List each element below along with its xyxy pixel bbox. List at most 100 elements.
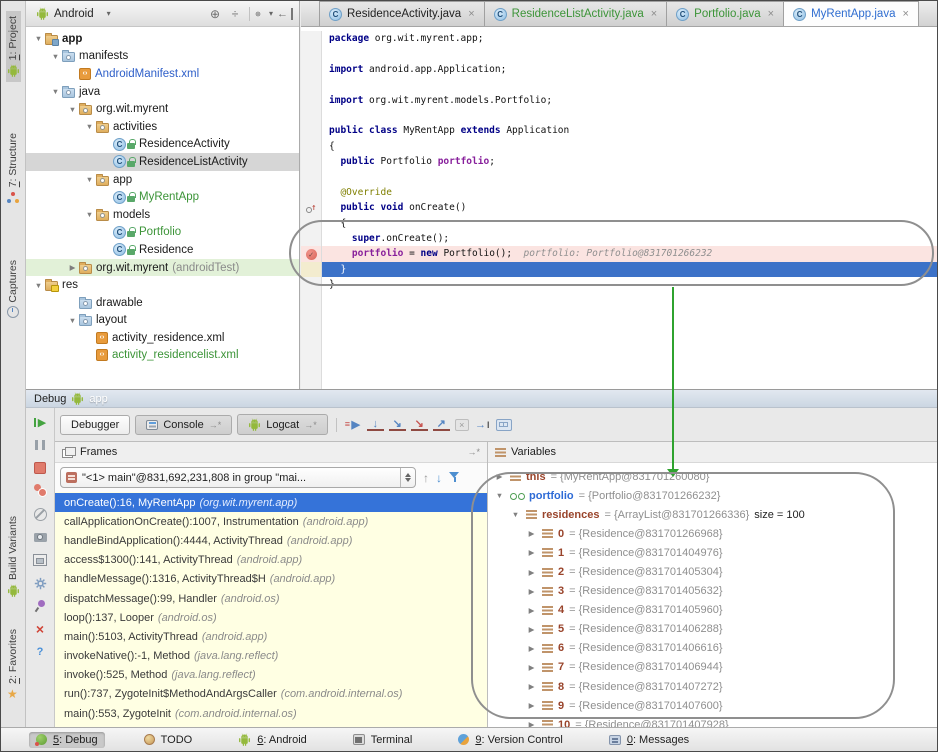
tree-item-models[interactable]: ▼models (26, 206, 299, 224)
editor-gutter[interactable] (301, 139, 322, 154)
hide-panel-icon[interactable]: ← (275, 8, 293, 20)
stack-frame[interactable]: access$1300():141, ActivityThread(androi… (55, 551, 487, 570)
debug-tab-debugger[interactable]: Debugger (60, 415, 130, 435)
mute-breakpoints-icon[interactable] (32, 507, 48, 521)
expand-arrow-icon[interactable]: ▶ (526, 529, 537, 538)
toolwindow-button-project[interactable]: 1: Project (6, 11, 21, 82)
pin-icon[interactable] (32, 599, 48, 613)
editor-gutter[interactable] (301, 77, 322, 92)
editor-gutter[interactable]: ✓ (301, 246, 322, 261)
force-step-into-icon[interactable]: ↘ (411, 418, 428, 431)
tree-item-org-wit-myrent[interactable]: ▶org.wit.myrent(androidTest) (26, 259, 299, 277)
expand-arrow-icon[interactable]: ▼ (494, 491, 505, 500)
variable-row[interactable]: ▼residences= {ArrayList@831701266336}siz… (488, 505, 937, 524)
previous-frame-icon[interactable]: ↑ (423, 471, 429, 485)
editor-gutter[interactable] (301, 108, 322, 123)
tree-expand-arrow[interactable]: ▼ (32, 281, 45, 290)
tree-item-portfolio[interactable]: Portfolio (26, 224, 299, 242)
stack-frame[interactable]: dispatchMessage():99, Handler(android.os… (55, 589, 487, 608)
toolwindow-button-build-variants[interactable]: Build Variants (6, 511, 21, 602)
expand-arrow-icon[interactable]: ▶ (526, 587, 537, 596)
editor-tab-portfolio-java[interactable]: Portfolio.java× (666, 1, 784, 26)
expand-arrow-icon[interactable]: ▶ (526, 625, 537, 634)
step-into-icon[interactable]: ↘ (389, 418, 406, 431)
view-breakpoints-icon[interactable] (32, 484, 48, 498)
run-to-cursor-icon[interactable]: → (474, 417, 491, 433)
variable-row[interactable]: ▶5= {Residence@831701406288} (488, 620, 937, 639)
stack-frame[interactable]: main():5103, ActivityThread(android.app) (55, 627, 487, 646)
editor-tab-residencelistactivity-java[interactable]: ResidenceListActivity.java× (484, 1, 668, 26)
variable-row[interactable]: ▶2= {Residence@831701405304} (488, 562, 937, 581)
tree-item-layout[interactable]: ▼layout (26, 312, 299, 330)
stack-frame[interactable]: invoke():525, Method(java.lang.reflect) (55, 666, 487, 685)
tree-item-res[interactable]: ▼res (26, 276, 299, 294)
editor-tab-residenceactivity-java[interactable]: ResidenceActivity.java× (319, 1, 485, 26)
resume-icon[interactable]: ▶ (32, 415, 48, 429)
stack-frame[interactable]: main():553, ZygoteInit(com.android.inter… (55, 704, 487, 723)
statusbar-button-android[interactable]: 6: Android (231, 731, 314, 748)
code-editor[interactable]: package org.wit.myrent.app;import androi… (301, 27, 937, 389)
pause-icon[interactable] (32, 438, 48, 452)
tree-expand-arrow[interactable]: ▼ (66, 316, 79, 325)
restore-layout-icon[interactable] (32, 553, 48, 567)
stack-frame[interactable]: handleBindApplication():4444, ActivityTh… (55, 531, 487, 550)
tree-item-androidmanifest-xml[interactable]: AndroidManifest.xml (26, 65, 299, 83)
close-tab-icon[interactable]: × (768, 8, 774, 20)
expand-arrow-icon[interactable]: ▶ (526, 548, 537, 557)
tree-expand-arrow[interactable]: ▼ (83, 210, 96, 219)
editor-gutter[interactable] (301, 31, 322, 46)
variable-row[interactable]: ▶4= {Residence@831701405960} (488, 601, 937, 620)
variable-row[interactable]: ▶3= {Residence@831701405632} (488, 582, 937, 601)
statusbar-button-debug[interactable]: 5: Debug (29, 732, 105, 748)
stop-icon[interactable] (32, 461, 48, 475)
statusbar-button-todo[interactable]: TODO (137, 732, 200, 748)
tree-expand-arrow[interactable]: ▼ (83, 122, 96, 131)
close-icon[interactable]: × (32, 622, 48, 636)
step-over-icon[interactable]: ↓ (367, 418, 384, 431)
stack-frame[interactable]: callApplicationOnCreate():1007, Instrume… (55, 512, 487, 531)
stack-frame[interactable]: run():737, ZygoteInit$MethodAndArgsCalle… (55, 685, 487, 704)
dropdown-spinner-icon[interactable] (400, 468, 415, 487)
editor-gutter[interactable] (301, 154, 322, 169)
tree-item-activity-residence-xml[interactable]: activity_residence.xml (26, 329, 299, 347)
project-view-selector[interactable]: Android ▾ (32, 5, 115, 22)
editor-gutter[interactable]: ↑ (301, 200, 322, 215)
toolwindow-button-captures[interactable]: Captures (6, 255, 20, 324)
evaluate-expression-icon[interactable] (496, 419, 512, 431)
breakpoint-icon[interactable]: ✓ (306, 249, 317, 260)
statusbar-button-version-control[interactable]: 9: Version Control (451, 732, 569, 748)
editor-gutter[interactable] (301, 231, 322, 246)
expand-arrow-icon[interactable]: ▼ (510, 510, 521, 519)
expand-arrow-icon[interactable]: ▶ (494, 472, 505, 481)
restore-layout-icon[interactable] (467, 446, 480, 458)
editor-gutter[interactable] (301, 216, 322, 231)
thread-selector-dropdown[interactable]: "<1> main"@831,692,231,808 in group "mai… (60, 467, 416, 488)
expand-arrow-icon[interactable]: ▶ (526, 568, 537, 577)
stack-frame[interactable]: onCreate():16, MyRentApp(org.wit.myrent.… (55, 493, 487, 512)
variable-row[interactable]: ▼portfolio= {Portfolio@831701266232} (488, 486, 937, 505)
stack-frame[interactable]: loop():137, Looper(android.os) (55, 608, 487, 627)
tree-expand-arrow[interactable]: ▼ (83, 175, 96, 184)
variable-row[interactable]: ▶1= {Residence@831701404976} (488, 543, 937, 562)
editor-gutter[interactable] (301, 46, 322, 61)
thread-dump-icon[interactable] (32, 530, 48, 544)
editor-gutter[interactable] (301, 93, 322, 108)
statusbar-button-messages[interactable]: 0: Messages (602, 732, 696, 748)
tree-item-myrentapp[interactable]: MyRentApp (26, 188, 299, 206)
editor-gutter[interactable] (301, 170, 322, 185)
expand-arrow-icon[interactable]: ▶ (526, 644, 537, 653)
collapse-all-icon[interactable]: ÷ (226, 7, 244, 21)
tree-expand-arrow[interactable]: ▼ (49, 52, 62, 61)
toolwindow-button-structure[interactable]: 7: Structure (6, 128, 20, 208)
variable-row[interactable]: ▶0= {Residence@831701266968} (488, 524, 937, 543)
debug-tab-console[interactable]: Console (135, 415, 232, 435)
tree-item-app[interactable]: ▼app (26, 30, 299, 48)
toolwindow-button-favorites[interactable]: 2: Favorites★ (6, 624, 20, 705)
close-tab-icon[interactable]: × (651, 8, 657, 20)
debug-tab-logcat[interactable]: Logcat (237, 414, 328, 435)
variable-row[interactable]: ▶7= {Residence@831701406944} (488, 658, 937, 677)
tree-item-org-wit-myrent[interactable]: ▼org.wit.myrent (26, 100, 299, 118)
close-tab-icon[interactable]: × (902, 8, 908, 20)
tree-item-residenceactivity[interactable]: ResidenceActivity (26, 136, 299, 154)
tree-expand-arrow[interactable]: ▼ (49, 87, 62, 96)
